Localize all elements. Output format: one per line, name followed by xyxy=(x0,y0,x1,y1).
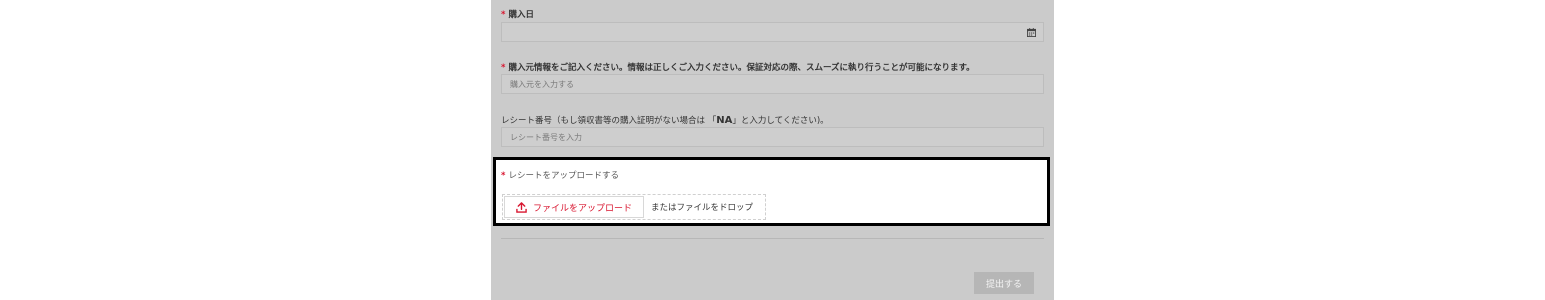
receipt-upload-section: * レシートをアップロードする ファイルをアップロード またはファイルをドロップ xyxy=(493,157,1050,226)
receipt-number-label-emphasis: NA xyxy=(716,115,733,126)
form-panel xyxy=(491,0,1054,300)
submit-button[interactable]: 提出する xyxy=(974,272,1034,294)
form-divider xyxy=(501,238,1044,239)
receipt-upload-label: * レシートをアップロードする xyxy=(501,169,619,181)
upload-file-button[interactable]: ファイルをアップロード xyxy=(504,196,644,218)
upload-file-button-label: ファイルをアップロード xyxy=(533,203,633,214)
receipt-number-label-text: レシート番号（もし領収書等の購入証明がない場合は 「 xyxy=(501,116,717,126)
receipt-upload-label-text: レシートをアップロードする xyxy=(508,171,619,181)
calendar-icon[interactable] xyxy=(1027,28,1036,37)
purchase-date-label-text: 購入日 xyxy=(508,10,534,20)
required-mark: * xyxy=(501,63,506,73)
purchase-date-field[interactable] xyxy=(501,22,1044,42)
required-mark: * xyxy=(501,10,506,20)
required-mark: * xyxy=(501,171,506,181)
purchase-source-label-text: 購入元情報をご記入ください。情報は正しくご入力ください。保証対応の際、スムーズに… xyxy=(508,63,975,73)
receipt-number-field[interactable] xyxy=(501,127,1044,147)
purchase-source-field[interactable] xyxy=(501,74,1044,94)
receipt-number-label-suffix: 」と入力してください)。 xyxy=(732,116,829,126)
purchase-source-input[interactable] xyxy=(502,75,1043,93)
purchase-source-label: * 購入元情報をご記入ください。情報は正しくご入力ください。保証対応の際、スムーズ… xyxy=(501,61,975,73)
receipt-number-label: レシート番号（もし領収書等の購入証明がない場合は 「NA」と入力してください)。 xyxy=(501,114,829,126)
upload-icon xyxy=(516,201,527,213)
purchase-date-input[interactable] xyxy=(502,23,1043,41)
receipt-number-input[interactable] xyxy=(502,128,1043,146)
drop-file-text: またはファイルをドロップ xyxy=(651,203,754,213)
purchase-date-label: * 購入日 xyxy=(501,8,534,20)
file-dropzone[interactable]: ファイルをアップロード またはファイルをドロップ xyxy=(502,194,766,220)
